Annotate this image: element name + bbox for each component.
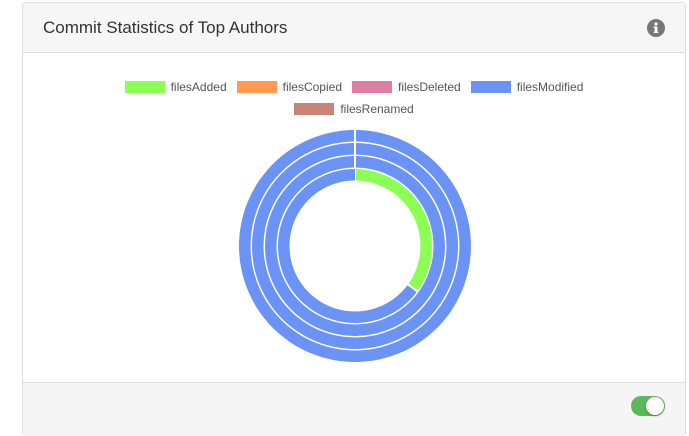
toggle-knob	[646, 397, 664, 415]
panel-title: Commit Statistics of Top Authors	[43, 18, 288, 37]
panel-footer	[23, 382, 685, 436]
doughnut-chart	[238, 129, 471, 363]
panel-header: Commit Statistics of Top Authors	[23, 3, 685, 53]
commit-stats-panel: Commit Statistics of Top Authors filesAd…	[22, 2, 686, 436]
chart-area: filesAdded filesCopied filesDeleted file…	[23, 53, 685, 382]
ring-3-segment-filesModified[interactable]	[264, 156, 445, 336]
toggle-switch[interactable]	[631, 396, 665, 416]
info-circle-icon[interactable]	[647, 19, 665, 37]
